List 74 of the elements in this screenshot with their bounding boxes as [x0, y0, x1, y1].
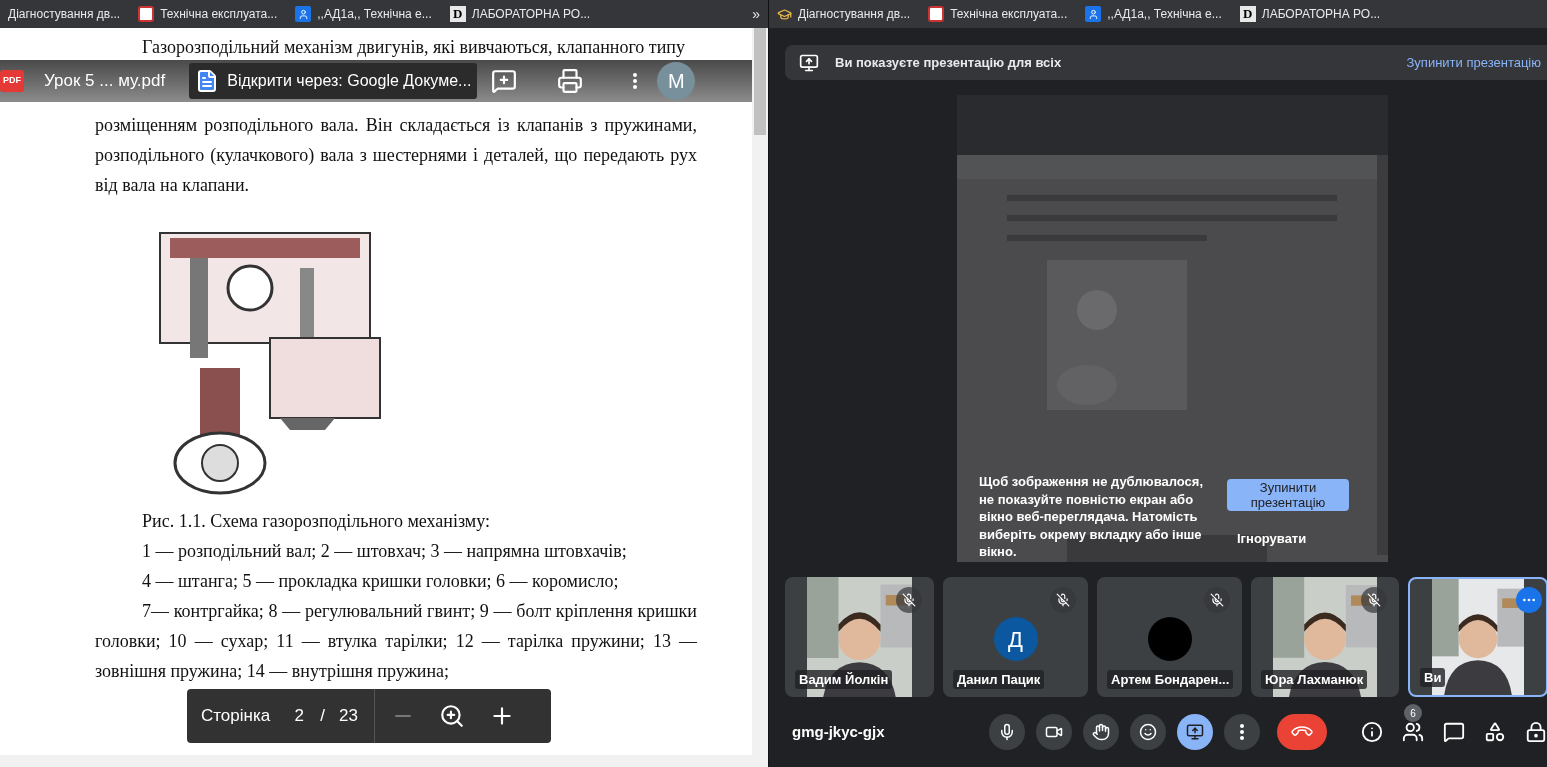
participant-name: Вадим Йолкін [795, 669, 893, 689]
emoji-button[interactable] [1130, 714, 1166, 750]
microphone-button[interactable] [989, 714, 1025, 750]
hang-up-button[interactable] [1277, 714, 1327, 750]
contact-icon [295, 6, 312, 22]
vertical-scrollbar[interactable] [752, 28, 768, 755]
letter-logo: D [449, 6, 466, 22]
page-separator: / [320, 705, 325, 728]
chat-icon[interactable] [1443, 721, 1465, 743]
participant-tile[interactable]: Юра Лахманюк [1251, 577, 1399, 697]
zoom-icon[interactable] [438, 703, 465, 729]
bookmark[interactable]: D ЛАБОРАТОРНА РО... [1239, 5, 1381, 23]
letter-logo: D [1239, 6, 1256, 22]
bookmark[interactable]: D ЛАБОРАТОРНА РО... [449, 5, 591, 23]
ignore-button[interactable]: Ігнорувати [1237, 529, 1307, 549]
lock-icon[interactable] [1525, 721, 1547, 743]
horizontal-scrollbar[interactable] [0, 755, 768, 767]
page-count: 23 [338, 705, 358, 728]
people-icon[interactable] [1402, 721, 1424, 743]
smiley-icon [1139, 723, 1157, 741]
count-badge: 6 [1404, 704, 1422, 722]
file-name: Урок 5 ... му.pdf [44, 70, 166, 93]
document-text: Газорозподільний механізм двигунів, які вивчаються, клапанного типу [141, 36, 686, 59]
graduation-cap-icon [777, 6, 792, 22]
logo-icon [138, 6, 155, 22]
info-icon[interactable] [1361, 721, 1383, 743]
more-icon [1240, 724, 1244, 740]
caption-text: 7— контргайка; 8 — регулювальний гвинт; 9 — болт кріплення кришки головки; 10 — сухар; 11 — втулка тарілки; 12 — тарілка пружини; 13 — зовнішня пружина; 14 — внутрішня пружина; [95, 600, 697, 683]
bookmark[interactable]: Технічна експлуата... [928, 5, 1068, 23]
document-text: розміщенням розподільного вала. Він складається із клапанів з пружинами, розподільного (кулачкового) вала з шестернями і деталей, що передають рух від вала на клапани. [94, 114, 698, 197]
caption-text: 4 — штанга; 5 — прокладка кришки головки; 6 — коромисло; [141, 570, 620, 593]
participant-name: Артем Бондарен... [1107, 669, 1234, 689]
more-options-button[interactable] [1224, 714, 1260, 750]
stop-presenting-button[interactable]: Зупинити презентацію [1227, 479, 1349, 511]
stop-presenting-link[interactable]: Зупинити презентацію [1406, 52, 1541, 73]
add-comment-icon[interactable] [491, 68, 518, 94]
camera-button[interactable] [1036, 714, 1072, 750]
present-button[interactable] [1177, 714, 1213, 750]
participant-name: Ви [1420, 667, 1446, 687]
bookmark[interactable]: Діагностування дв... [8, 5, 121, 23]
banner-text: Ви показуєте презентацію для всіх [835, 53, 1062, 72]
bookmark[interactable]: Технічна експлуата... [138, 5, 278, 23]
participant-avatar [1147, 617, 1192, 661]
present-icon [1186, 723, 1204, 741]
participant-tile[interactable]: Д Данил Пацик [943, 577, 1088, 697]
notice-text: Щоб зображення не дублювалося, не показуйте повністю екран або вікно веб-переглядача. Натомість виберіть окрему вкладку або інше вікно. [979, 473, 1205, 561]
caption-text: Рис. 1.1. Схема газорозподільного механізму: [141, 510, 491, 533]
contact-icon [1085, 6, 1102, 22]
scrollbar-thumb[interactable] [754, 28, 766, 135]
more-options-button[interactable] [1516, 587, 1542, 613]
shapes-icon[interactable] [1484, 721, 1506, 743]
more-bookmarks-button[interactable]: » [752, 3, 760, 25]
hand-icon [1092, 723, 1110, 741]
participant-tile[interactable]: Ви [1408, 577, 1547, 697]
participant-avatar: Д [993, 617, 1038, 661]
print-icon[interactable] [557, 68, 584, 94]
raise-hand-button[interactable] [1083, 714, 1119, 750]
meeting-code: gmg-jkyc-gjx [792, 721, 886, 742]
participant-tile[interactable]: Вадим Йолкін [785, 577, 934, 697]
open-with-button[interactable]: Відкрити через: Google Докуме... [189, 63, 478, 99]
pdf-file-icon: PDF [0, 70, 24, 92]
more-icon[interactable] [633, 73, 638, 89]
microphone-icon [998, 723, 1016, 741]
logo-icon [928, 6, 945, 22]
page-number-field[interactable]: 2 [286, 703, 313, 729]
participant-name: Юра Лахманюк [1261, 669, 1368, 689]
caption-text: 1 — розподільний вал; 2 — штовхач; 3 — напрямна штовхачів; [141, 540, 628, 563]
bookmark[interactable]: ,,АД1а,, Технічна е... [1085, 5, 1222, 23]
page-label: Сторінка [201, 705, 271, 728]
present-icon [799, 52, 819, 73]
bookmark[interactable]: ,,АД1а,, Технічна е... [295, 5, 432, 23]
bookmark[interactable]: Діагностування дв... [777, 5, 911, 23]
participant-tile[interactable]: Артем Бондарен... [1097, 577, 1242, 697]
participant-name: Данил Пацик [953, 669, 1045, 689]
